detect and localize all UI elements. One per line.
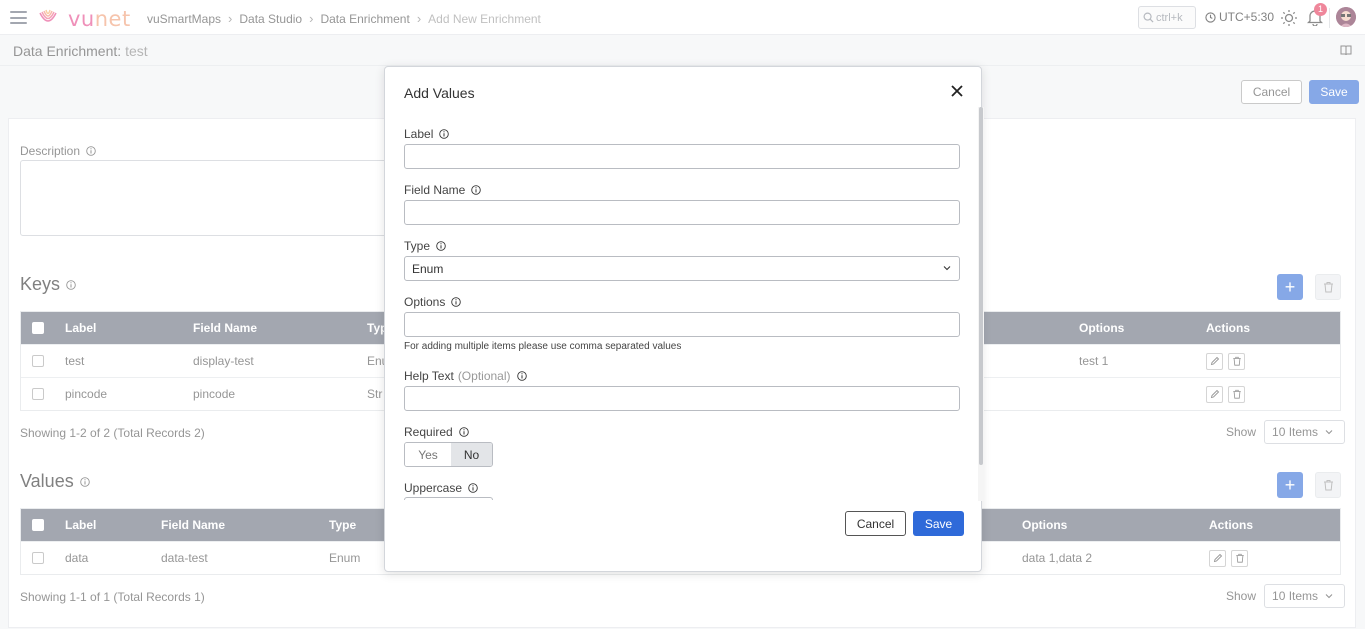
close-icon[interactable] [949,83,965,99]
uppercase-label: Uppercase [404,481,478,495]
uppercase-toggle[interactable] [404,497,493,500]
modal-cancel-button[interactable]: Cancel [845,511,906,536]
info-icon [471,185,482,195]
required-yes-option[interactable]: Yes [405,443,451,466]
info-icon [436,241,446,251]
required-toggle: Yes No [404,442,493,467]
required-no-option[interactable]: No [451,443,492,466]
modal-save-button[interactable]: Save [913,511,964,536]
type-label: Type [404,239,446,253]
add-values-modal: Add Values Label Field Name Type Enum Op… [384,66,984,572]
field-name-input[interactable] [404,200,960,225]
chevron-down-icon [943,266,951,271]
required-label: Required [404,425,469,439]
label-input[interactable] [404,144,960,169]
help-text-label: Help Text (Optional) [404,369,527,383]
options-label: Options [404,295,462,309]
scrollbar-thumb[interactable] [979,107,983,465]
help-text-input[interactable] [404,386,960,411]
info-icon [439,129,450,139]
options-input[interactable] [404,312,960,337]
info-icon [516,371,527,381]
field-name-label: Field Name [404,183,482,197]
type-select[interactable]: Enum [404,256,960,281]
modal-title: Add Values [404,85,475,101]
type-selected-value: Enum [412,261,444,276]
options-hint: For adding multiple items please use com… [404,341,682,352]
label-field-label: Label [404,127,450,141]
info-icon [468,483,478,493]
info-icon [458,427,469,437]
info-icon [451,297,462,307]
